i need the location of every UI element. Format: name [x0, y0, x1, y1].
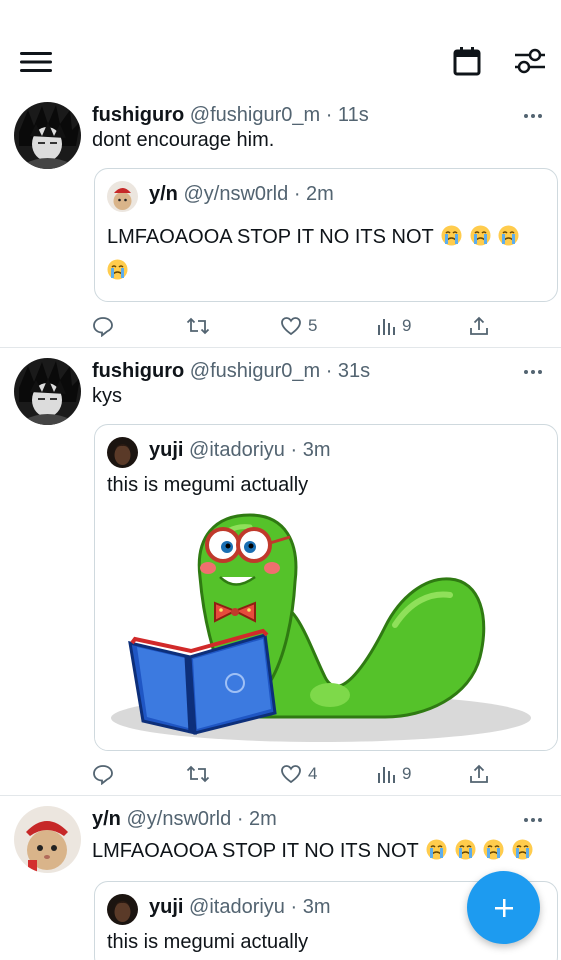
quoted-tweet-text-content: LMFAOAOOA STOP IT NO ITS NOT	[107, 226, 434, 248]
reply-button[interactable]	[92, 761, 114, 787]
tweet-text: kys	[92, 385, 122, 407]
retweet-button[interactable]	[186, 313, 210, 339]
timestamp[interactable]: · 31s	[326, 360, 370, 382]
tweet-actions: 5 9	[0, 313, 561, 339]
view-count: 9	[402, 316, 412, 335]
crying-emoji-icon	[107, 259, 128, 280]
quoted-tweet-header: yuji @itadoriyu · 3m	[149, 896, 330, 919]
quoted-tweet-text-wrap	[107, 259, 128, 283]
retweet-icon	[186, 765, 210, 783]
heart-icon	[281, 317, 301, 336]
reply-icon	[93, 765, 113, 785]
tweet-header: fushiguro @fushigur0_m · 31s	[92, 360, 370, 383]
crying-emoji-icon	[455, 839, 476, 860]
display-name[interactable]: fushiguro	[92, 104, 184, 126]
tweet-actions: 4 9	[0, 761, 561, 787]
like-button[interactable]: 4	[280, 761, 317, 787]
timestamp[interactable]: · 2m	[237, 808, 277, 830]
avatar	[107, 894, 138, 925]
tweet-text-content: LMFAOAOOA STOP IT NO ITS NOT	[92, 840, 419, 862]
display-name: yuji	[149, 439, 184, 461]
tweet-header: fushiguro @fushigur0_m · 11s	[92, 104, 369, 127]
tweet-header: y/n @y/nsw0rld · 2m	[92, 808, 277, 831]
more-options-icon[interactable]	[523, 111, 543, 121]
plus-icon	[494, 898, 513, 917]
handle[interactable]: @fushigur0_m	[190, 104, 320, 126]
timestamp: · 2m	[293, 183, 334, 205]
retweet-icon	[186, 317, 210, 335]
tweet-text: dont encourage him.	[92, 129, 275, 151]
calendar-icon[interactable]	[453, 46, 481, 76]
share-icon	[470, 764, 488, 783]
avatar[interactable]	[14, 806, 81, 873]
compose-tweet-button[interactable]	[467, 871, 540, 944]
views-button[interactable]: 9	[376, 313, 411, 339]
retweet-button[interactable]	[186, 761, 210, 787]
tweet[interactable]: fushiguro @fushigur0_m · 11s dont encour…	[0, 96, 561, 348]
share-button[interactable]	[468, 313, 490, 339]
avatar[interactable]	[14, 102, 81, 169]
quoted-tweet[interactable]: y/n @y/nsw0rld · 2m LMFAOAOOA STOP IT NO…	[94, 168, 558, 302]
quoted-tweet-header: y/n @y/nsw0rld · 2m	[149, 183, 334, 206]
share-button[interactable]	[468, 761, 490, 787]
more-options-icon[interactable]	[523, 367, 543, 377]
timestamp: · 3m	[290, 896, 331, 918]
share-icon	[470, 316, 488, 335]
reply-button[interactable]	[92, 313, 114, 339]
quoted-tweet-text: this is megumi actually	[107, 931, 309, 953]
handle: @itadoriyu	[189, 439, 285, 461]
quoted-tweet[interactable]: yuji @itadoriyu · 3m this is megumi actu…	[94, 424, 558, 751]
heart-icon	[281, 765, 301, 784]
crying-emoji-icon	[441, 225, 462, 246]
reply-icon	[93, 317, 113, 337]
crying-emoji-icon	[426, 839, 447, 860]
like-count: 4	[308, 764, 318, 783]
display-name: yuji	[149, 896, 184, 918]
avatar[interactable]	[14, 358, 81, 425]
hamburger-menu-icon[interactable]	[20, 50, 52, 74]
handle[interactable]: @y/nsw0rld	[126, 808, 231, 830]
top-bar	[0, 0, 561, 96]
quoted-tweet-header: yuji @itadoriyu · 3m	[149, 439, 330, 462]
avatar	[107, 437, 138, 468]
crying-emoji-icon	[483, 839, 504, 860]
timestamp[interactable]: · 11s	[326, 104, 369, 126]
display-name[interactable]: fushiguro	[92, 360, 184, 382]
timestamp: · 3m	[290, 439, 331, 461]
tweet[interactable]: fushiguro @fushigur0_m · 31s kys yuji @i…	[0, 348, 561, 796]
handle: @itadoriyu	[189, 896, 285, 918]
like-count: 5	[308, 316, 318, 335]
views-button[interactable]: 9	[376, 761, 411, 787]
tweet[interactable]: y/n @y/nsw0rld · 2m LMFAOAOOA STOP IT NO…	[0, 796, 561, 960]
crying-emoji-icon	[498, 225, 519, 246]
avatar	[107, 181, 138, 212]
handle: @y/nsw0rld	[183, 183, 289, 205]
crying-emoji-icon	[470, 225, 491, 246]
display-name: y/n	[149, 183, 178, 205]
view-count: 9	[402, 764, 412, 783]
tweet-text: LMFAOAOOA STOP IT NO ITS NOT	[92, 839, 533, 863]
like-button[interactable]: 5	[280, 313, 317, 339]
handle[interactable]: @fushigur0_m	[190, 360, 320, 382]
quoted-tweet-text: LMFAOAOOA STOP IT NO ITS NOT	[107, 225, 519, 249]
display-name[interactable]: y/n	[92, 808, 121, 830]
quoted-tweet-media-worm-image[interactable]	[95, 507, 558, 751]
views-chart-icon	[378, 767, 395, 783]
views-chart-icon	[378, 319, 395, 335]
crying-emoji-icon	[512, 839, 533, 860]
timeline-settings-icon[interactable]	[513, 46, 547, 76]
quoted-tweet-text: this is megumi actually	[107, 474, 309, 496]
more-options-icon[interactable]	[523, 815, 543, 825]
